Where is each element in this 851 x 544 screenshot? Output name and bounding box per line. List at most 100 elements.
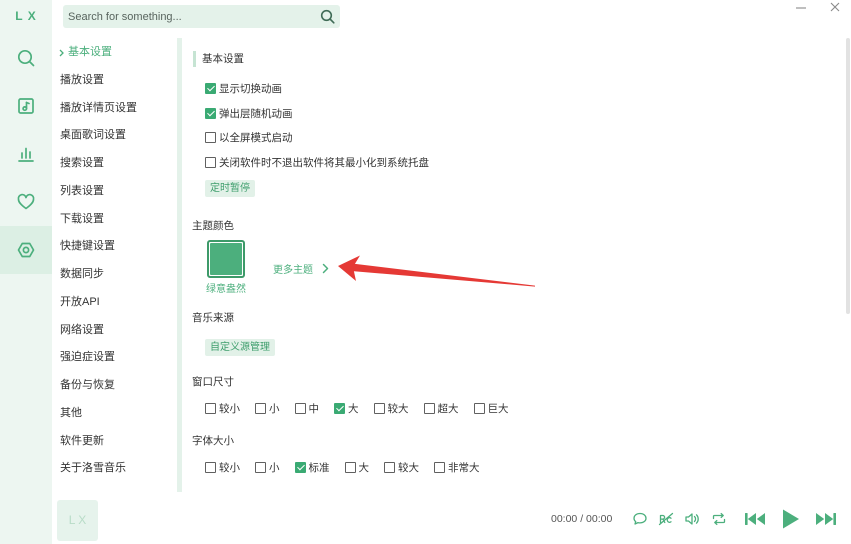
- window-size-huge[interactable]: 超大: [423, 401, 459, 415]
- theme-color-label: 主题颜色: [192, 220, 234, 232]
- settings-nav-odd[interactable]: 强迫症设置: [52, 344, 176, 372]
- close-button[interactable]: [828, 1, 842, 15]
- settings-nav-basic[interactable]: 基本设置: [52, 39, 176, 67]
- option-label: 大: [348, 402, 359, 415]
- settings-nav-play-detail[interactable]: 播放详情页设置: [52, 95, 176, 123]
- settings-nav-divider: [177, 38, 182, 492]
- minimize-button[interactable]: [794, 1, 808, 15]
- search-input[interactable]: [63, 5, 315, 28]
- search-box: [63, 5, 340, 28]
- font-size-large[interactable]: 大: [344, 460, 369, 474]
- checkbox[interactable]: [373, 402, 385, 414]
- option-minimize-to-tray[interactable]: 关闭软件时不退出软件将其最小化到系统托盘: [205, 155, 429, 169]
- settings-nav-label: 列表设置: [60, 184, 104, 197]
- option-show-switch-animation[interactable]: 显示切换动画: [205, 81, 282, 95]
- settings-nav-network[interactable]: 网络设置: [52, 317, 176, 345]
- option-label: 较大: [398, 461, 419, 474]
- checkbox[interactable]: [205, 107, 216, 119]
- settings-nav-other[interactable]: 其他: [52, 400, 176, 428]
- checkbox[interactable]: [294, 402, 306, 414]
- font-size-very-large[interactable]: 非常大: [434, 460, 480, 474]
- window-size-large[interactable]: 大: [334, 401, 359, 415]
- play-mode-button[interactable]: [711, 511, 727, 527]
- playback-time: 00:00 / 00:00: [551, 513, 613, 525]
- window-size-giant[interactable]: 巨大: [473, 401, 509, 415]
- checkbox[interactable]: [473, 402, 485, 414]
- settings-nav-about[interactable]: 关于洛雪音乐: [52, 455, 176, 483]
- window-size-larger[interactable]: 较大: [373, 401, 409, 415]
- settings-icon: [17, 242, 35, 258]
- checkbox[interactable]: [423, 402, 435, 414]
- window-size-options: 较小 小 中 大 较大 超大 巨大: [205, 401, 509, 415]
- settings-nav-list[interactable]: 列表设置: [52, 178, 176, 206]
- settings-nav-playback[interactable]: 播放设置: [52, 67, 176, 95]
- custom-source-button[interactable]: 自定义源管理: [205, 339, 275, 356]
- desktop-lyric-button[interactable]: [658, 511, 674, 527]
- album-cover[interactable]: L X: [57, 500, 98, 541]
- main-sidebar: L X: [0, 0, 52, 544]
- close-icon: [830, 2, 840, 12]
- option-label: 标准: [308, 461, 330, 474]
- settings-nav-label: 桌面歌词设置: [60, 129, 126, 142]
- next-button[interactable]: [815, 511, 837, 527]
- theme-swatch-fill: [210, 243, 242, 275]
- checkbox[interactable]: [344, 461, 356, 473]
- content-scrollbar[interactable]: [846, 38, 850, 314]
- checkbox[interactable]: [334, 402, 345, 414]
- settings-nav-hotkey[interactable]: 快捷键设置: [52, 233, 176, 261]
- play-button[interactable]: [780, 508, 800, 530]
- settings-nav-download[interactable]: 下载设置: [52, 206, 176, 234]
- option-label: 较大: [387, 402, 409, 415]
- checkbox[interactable]: [205, 82, 216, 94]
- option-label: 较小: [219, 402, 240, 415]
- search-button[interactable]: [320, 9, 335, 24]
- sidebar-item-settings[interactable]: [0, 226, 52, 274]
- option-fullscreen-start[interactable]: 以全屏模式启动: [205, 130, 293, 144]
- settings-nav-label: 关于洛雪音乐: [60, 462, 126, 475]
- settings-nav-label: 基本设置: [68, 46, 112, 58]
- volume-button[interactable]: [684, 511, 700, 527]
- window-size-small[interactable]: 小: [255, 401, 280, 415]
- window-size-smaller[interactable]: 较小: [205, 401, 240, 415]
- checkbox[interactable]: [255, 461, 266, 473]
- font-size-smaller[interactable]: 较小: [205, 460, 240, 474]
- checkbox[interactable]: [205, 461, 216, 473]
- checkbox[interactable]: [205, 131, 216, 143]
- timer-pause-button[interactable]: 定时暂停: [205, 180, 255, 197]
- option-label: 小: [269, 402, 280, 415]
- previous-icon: [745, 513, 765, 525]
- theme-swatch[interactable]: [207, 240, 245, 278]
- settings-nav-sync[interactable]: 数据同步: [52, 261, 176, 289]
- sidebar-item-my-list[interactable]: [0, 178, 52, 226]
- sidebar-item-leaderboard[interactable]: [0, 130, 52, 178]
- chevron-right-icon: [322, 263, 329, 273]
- option-random-popup-animation[interactable]: 弹出层随机动画: [205, 106, 293, 120]
- settings-nav-backup[interactable]: 备份与恢复: [52, 372, 176, 400]
- repeat-icon: [712, 512, 726, 526]
- settings-nav-update[interactable]: 软件更新: [52, 428, 176, 456]
- settings-nav-label: 搜索设置: [60, 157, 104, 169]
- font-size-small[interactable]: 小: [255, 460, 280, 474]
- font-size-label: 字体大小: [192, 435, 234, 447]
- checkbox[interactable]: [434, 461, 445, 473]
- section-title-basic: 基本设置: [193, 51, 244, 67]
- comment-button[interactable]: [632, 511, 648, 527]
- settings-nav: 基本设置 播放设置 播放详情页设置 桌面歌词设置 搜索设置 列表设置 下载设置 …: [52, 39, 176, 483]
- settings-nav-search[interactable]: 搜索设置: [52, 150, 176, 178]
- checkbox[interactable]: [294, 461, 306, 473]
- window-size-medium[interactable]: 中: [294, 401, 319, 415]
- settings-nav-desktop-lyric[interactable]: 桌面歌词设置: [52, 122, 176, 150]
- option-label: 较小: [219, 461, 240, 474]
- checkbox[interactable]: [255, 402, 266, 414]
- font-size-larger[interactable]: 较大: [384, 460, 419, 474]
- checkbox[interactable]: [205, 156, 216, 168]
- settings-nav-label: 网络设置: [60, 323, 104, 336]
- checkbox[interactable]: [205, 402, 216, 414]
- settings-nav-open-api[interactable]: 开放API: [52, 289, 176, 317]
- sidebar-item-search[interactable]: [0, 34, 52, 82]
- more-themes-link[interactable]: 更多主题: [273, 261, 329, 276]
- sidebar-item-song-list[interactable]: [0, 82, 52, 130]
- checkbox[interactable]: [384, 461, 395, 473]
- font-size-standard[interactable]: 标准: [294, 460, 330, 474]
- previous-button[interactable]: [744, 511, 766, 527]
